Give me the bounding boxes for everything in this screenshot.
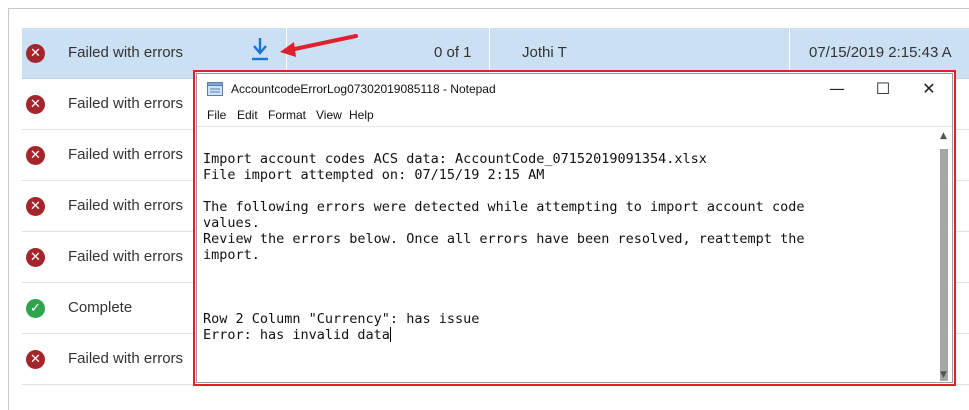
log-line: Review the errors below. Once all errors… [203, 231, 805, 247]
annotation-arrow [280, 34, 358, 57]
user-name: Jothi T [522, 44, 567, 61]
text-caret [389, 327, 391, 342]
menu-help[interactable]: Help [349, 108, 374, 122]
scroll-up-icon[interactable]: ▲ [940, 131, 947, 141]
close-button[interactable]: ✕ [906, 74, 952, 104]
x-circle-icon: ✕ [26, 350, 45, 369]
x-circle-icon: ✕ [26, 146, 45, 165]
progress-count: 0 of 1 [434, 44, 472, 61]
status-label: Failed with errors [68, 95, 184, 112]
log-text[interactable]: Import account codes ACS data: AccountCo… [203, 151, 923, 343]
status-label: Failed with errors [68, 146, 184, 163]
menu-edit[interactable]: Edit [237, 108, 258, 122]
x-circle-icon: ✕ [26, 197, 45, 216]
notepad-title: AccountcodeErrorLog07302019085118 - Note… [231, 82, 496, 96]
log-line: Import account codes ACS data: AccountCo… [203, 151, 707, 167]
log-line: import. [203, 247, 260, 263]
log-line: File import attempted on: 07/15/19 2:15 … [203, 167, 545, 183]
download-icon[interactable] [251, 36, 269, 62]
notepad-titlebar[interactable]: AccountcodeErrorLog07302019085118 - Note… [197, 74, 952, 104]
vertical-scrollbar[interactable]: ▲ ▼ [937, 127, 952, 382]
import-date: 07/15/2019 2:15:43 A [809, 44, 952, 61]
menu-file[interactable]: File [207, 108, 226, 122]
scrollbar-thumb[interactable] [940, 149, 948, 381]
log-line: Error: has invalid data [203, 327, 390, 343]
log-line: Row 2 Column "Currency": has issue [203, 311, 480, 327]
menu-format[interactable]: Format [268, 108, 306, 122]
status-label: Failed with errors [68, 197, 184, 214]
status-label: Complete [68, 299, 133, 316]
notepad-window[interactable]: AccountcodeErrorLog07302019085118 - Note… [193, 70, 956, 386]
notepad-menubar: File Edit Format View Help [197, 104, 952, 126]
log-line: values. [203, 215, 260, 231]
x-circle-icon: ✕ [26, 248, 45, 267]
status-label: Failed with errors [68, 248, 184, 265]
notepad-icon [207, 82, 223, 96]
check-circle-icon: ✓ [26, 299, 45, 318]
minimize-button[interactable]: — [814, 74, 860, 104]
maximize-button[interactable]: ☐ [860, 74, 906, 104]
log-line: The following errors were detected while… [203, 199, 805, 215]
notepad-text-area[interactable]: Import account codes ACS data: AccountCo… [197, 126, 952, 382]
scroll-down-icon[interactable]: ▼ [940, 370, 947, 380]
status-label: Failed with errors [68, 44, 184, 61]
menu-view[interactable]: View [316, 108, 342, 122]
status-label: Failed with errors [68, 350, 184, 367]
x-circle-icon: ✕ [26, 95, 45, 114]
x-circle-icon: ✕ [26, 44, 45, 63]
